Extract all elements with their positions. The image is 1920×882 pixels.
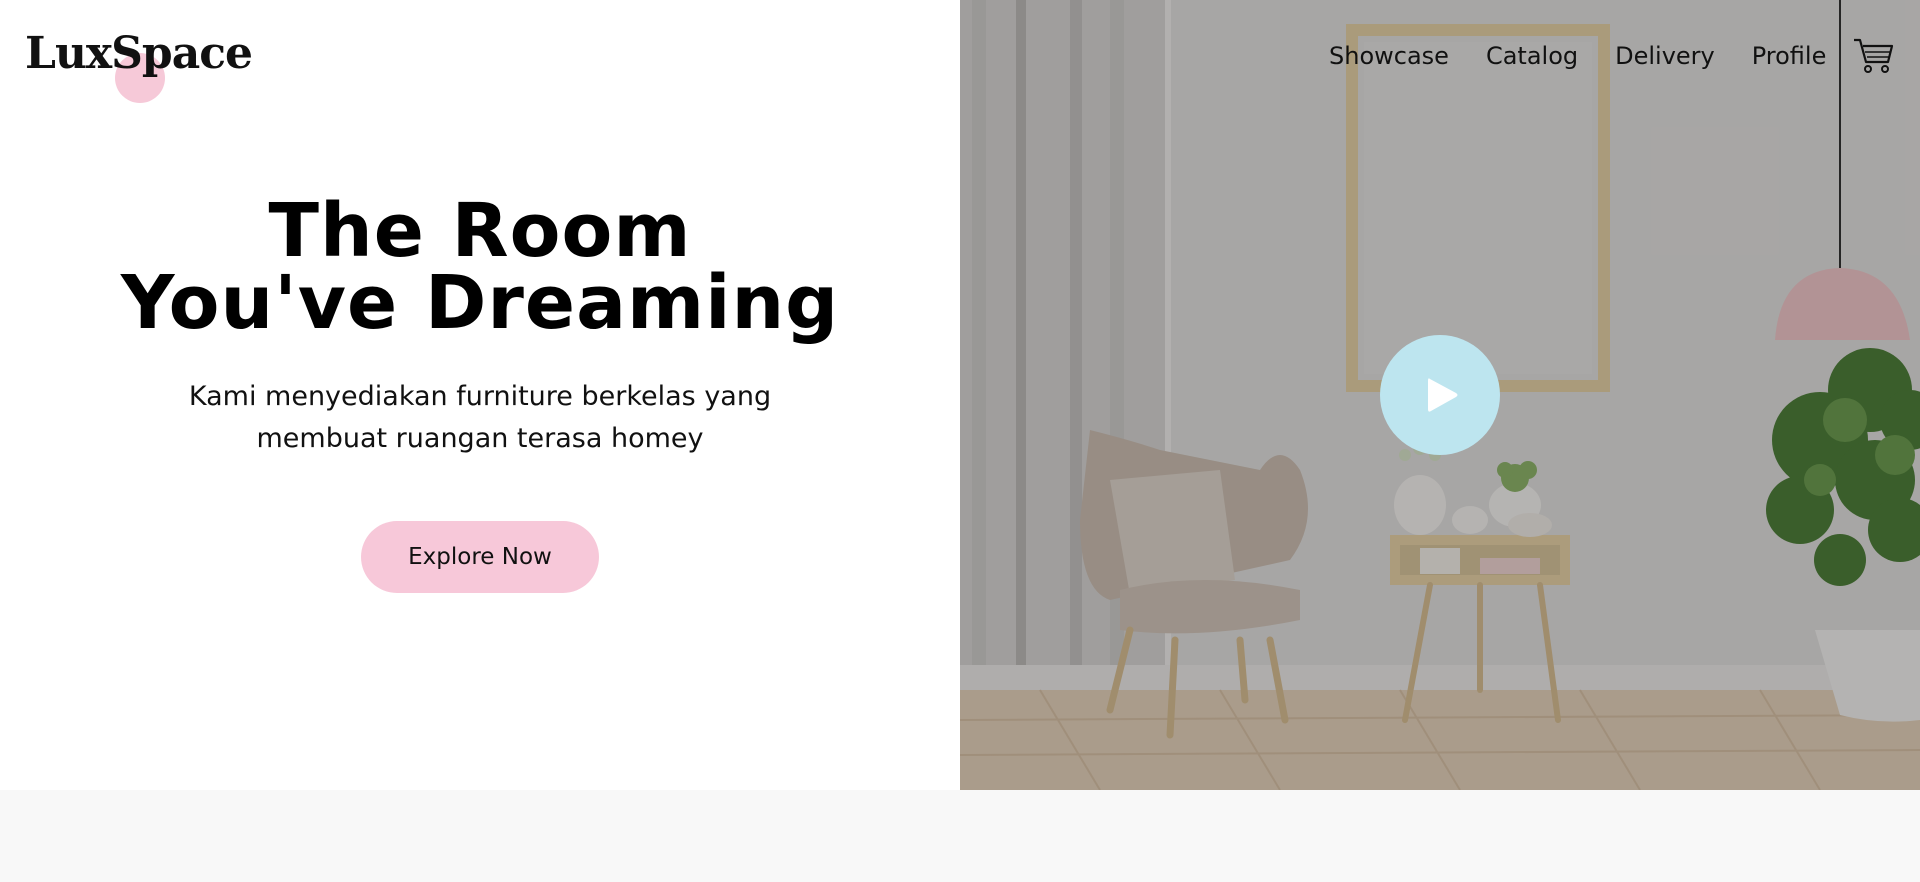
nav-item-catalog[interactable]: Catalog xyxy=(1486,36,1578,76)
nav-item-delivery[interactable]: Delivery xyxy=(1615,36,1715,76)
main-nav: Showcase Catalog Delivery Profile xyxy=(1329,36,1863,76)
hero-text-panel: LuxSpace The Room You've Dreaming Kami m… xyxy=(0,0,960,790)
logo-text: LuxSpace xyxy=(25,28,253,79)
play-icon xyxy=(1428,378,1458,412)
cart-icon[interactable] xyxy=(1852,36,1894,76)
logo[interactable]: LuxSpace xyxy=(25,24,253,103)
next-section-background xyxy=(0,790,1920,882)
hero-title: The Room You've Dreaming xyxy=(0,188,960,346)
play-video-button[interactable] xyxy=(1380,335,1500,455)
nav-item-showcase[interactable]: Showcase xyxy=(1329,36,1449,76)
hero-title-line-1: The Room xyxy=(268,188,692,274)
hero-subtitle: Kami menyediakan furniture berkelas yang… xyxy=(0,376,960,460)
hero-subtitle-line-1: Kami menyediakan furniture berkelas yang xyxy=(188,381,772,412)
hero-subtitle-line-2: membuat ruangan terasa homey xyxy=(256,423,704,454)
landing-page: LuxSpace The Room You've Dreaming Kami m… xyxy=(0,0,1920,882)
hero-title-line-2: You've Dreaming xyxy=(120,260,840,346)
explore-now-button[interactable]: Explore Now xyxy=(361,521,599,593)
nav-item-profile[interactable]: Profile xyxy=(1752,36,1827,76)
